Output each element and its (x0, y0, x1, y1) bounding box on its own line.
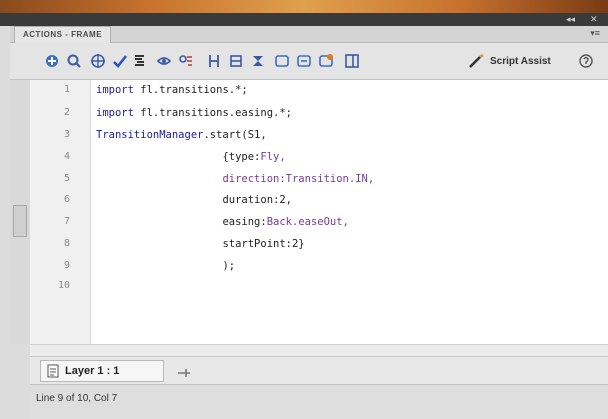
show-code-hint-icon[interactable] (156, 53, 172, 69)
code-value: Fly, (260, 151, 286, 163)
toolbox-collapse-handle[interactable] (13, 205, 27, 237)
collapse-icon[interactable]: ◂◂ (566, 14, 575, 25)
code-text: ); (222, 260, 236, 272)
help-icon[interactable] (578, 53, 594, 69)
line-number: 9 (63, 260, 70, 271)
line-number: 2 (63, 107, 70, 118)
background-strip (0, 0, 608, 13)
line-number: 5 (63, 173, 70, 184)
auto-format-icon[interactable] (132, 53, 148, 69)
code-property: {type: (222, 151, 261, 163)
layer-label: Layer 1 : 1 (65, 365, 120, 377)
code-line: duration:2, (96, 194, 292, 206)
insert-target-path-icon[interactable] (90, 53, 106, 69)
line-number: 4 (63, 151, 70, 162)
line-number: 3 (63, 129, 70, 140)
line-number: 6 (63, 194, 70, 205)
find-icon[interactable] (66, 53, 82, 69)
script-document-icon (47, 364, 59, 378)
cursor-position-status: Line 9 of 10, Col 7 (36, 393, 118, 404)
apply-block-comment-icon[interactable] (274, 53, 290, 69)
collapse-between-braces-icon[interactable] (206, 53, 222, 69)
line-number: 10 (57, 280, 70, 291)
code-text: .start(S1, (203, 129, 267, 141)
code-text: fl.transitions.easing.*; (133, 107, 292, 119)
code-keyword: import (96, 84, 134, 96)
script-assist-icon (469, 53, 484, 68)
code-value: Transition.IN, (285, 173, 375, 185)
code-value: Back.easeOut, (266, 216, 349, 228)
code-value: 2} (291, 238, 305, 250)
panel-titlebar: ◂◂ ✕ (0, 13, 608, 26)
layer-bar: Layer 1 : 1 (30, 356, 608, 385)
pin-script-icon[interactable] (176, 366, 192, 384)
actions-toolbar: Script Assist (10, 43, 608, 80)
code-property: duration: (222, 194, 280, 206)
status-bar: Line 9 of 10, Col 7 (30, 384, 608, 419)
code-property: easing: (222, 216, 267, 228)
check-syntax-icon[interactable] (112, 53, 128, 69)
actions-panel: ◂◂ ✕ ACTIONS - FRAME ▾≡ Script Assist 1 … (0, 0, 608, 419)
debug-options-icon[interactable] (178, 53, 194, 69)
collapse-selection-icon[interactable] (228, 53, 244, 69)
tab-actions-frame[interactable]: ACTIONS - FRAME (14, 26, 112, 43)
code-line: import fl.transitions.easing.*; (96, 107, 292, 119)
remove-comment-icon[interactable] (318, 53, 334, 69)
layer-tab[interactable]: Layer 1 : 1 (40, 360, 164, 382)
code-line: import fl.transitions.*; (96, 84, 248, 96)
line-number: 8 (63, 238, 70, 249)
code-keyword: import (96, 107, 134, 119)
code-text: fl.transitions.*; (133, 84, 248, 96)
code-line: TransitionManager.start(S1, (96, 129, 267, 141)
expand-all-icon[interactable] (250, 53, 266, 69)
code-line: {type:Fly, (96, 151, 286, 163)
tab-row: ACTIONS - FRAME ▾≡ (10, 26, 608, 43)
code-class-name: TransitionManager (96, 129, 204, 141)
code-line: startPoint:2} (96, 238, 305, 250)
panel-menu-icon[interactable]: ▾≡ (590, 28, 600, 39)
show-hide-toolbox-icon[interactable] (344, 53, 360, 69)
close-icon[interactable]: ✕ (590, 14, 598, 25)
code-value: 2, (279, 194, 292, 206)
script-assist-button[interactable]: Script Assist (468, 51, 551, 71)
script-assist-label: Script Assist (490, 55, 551, 67)
code-property: direction: (222, 173, 286, 185)
code-property: startPoint: (222, 238, 292, 250)
code-line: direction:Transition.IN, (96, 173, 374, 185)
code-line: easing:Back.easeOut, (96, 216, 349, 228)
line-number-gutter: 1 2 3 4 5 6 7 8 9 10 (30, 80, 91, 344)
line-number: 1 (63, 84, 70, 95)
script-editor[interactable]: 1 2 3 4 5 6 7 8 9 10 import fl.transitio… (30, 80, 608, 344)
code-line: ); (96, 260, 235, 272)
add-script-icon[interactable] (44, 53, 60, 69)
apply-line-comment-icon[interactable] (296, 53, 312, 69)
line-number: 7 (63, 216, 70, 227)
